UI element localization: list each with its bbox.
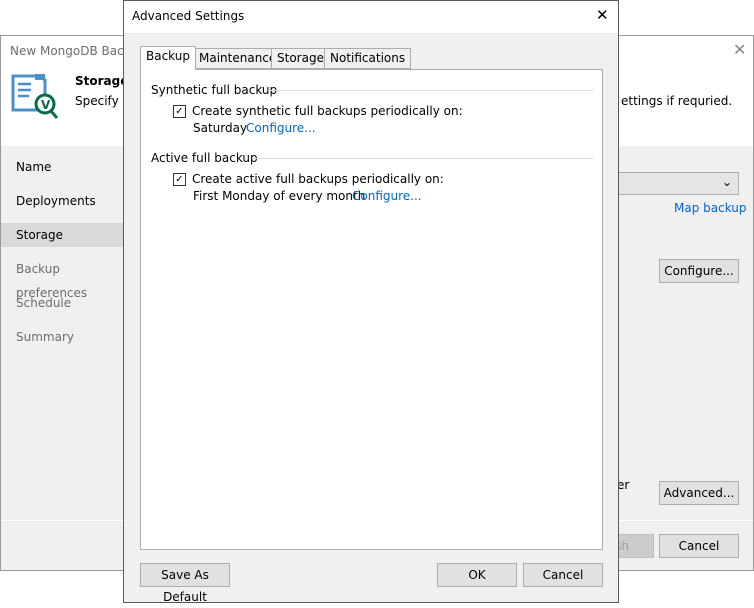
- chevron-down-icon: ⌄: [721, 175, 732, 189]
- save-as-default-button[interactable]: Save As Default: [140, 563, 230, 604]
- synthetic-checkbox[interactable]: ✓: [173, 105, 186, 118]
- nav-item-deployments[interactable]: Deployments: [1, 189, 123, 213]
- map-backup-link[interactable]: Map backup: [674, 201, 747, 215]
- configure-button[interactable]: Configure...: [659, 259, 739, 283]
- synthetic-checkbox-label[interactable]: Create synthetic full backups periodical…: [192, 104, 463, 118]
- nav-item-backup-preferences: Backup preferences: [16, 262, 88, 300]
- group-divider: [268, 90, 593, 91]
- header-title: Storage: [75, 74, 129, 88]
- active-schedule: First Monday of every month: [193, 189, 366, 203]
- tab-storage[interactable]: Storage: [271, 48, 330, 69]
- dialog-titlebar: Advanced Settings ✕: [124, 1, 618, 33]
- active-configure-link[interactable]: Configure...: [352, 189, 422, 203]
- advanced-settings-dialog: Advanced Settings ✕ Backup Maintenance S…: [123, 0, 619, 604]
- tab-notifications[interactable]: Notifications: [324, 48, 412, 69]
- group-divider: [253, 158, 593, 159]
- repository-dropdown[interactable]: ⌄: [615, 172, 739, 195]
- dialog-cancel-button[interactable]: Cancel: [523, 563, 603, 587]
- tab-maintenance[interactable]: Maintenance: [193, 48, 283, 69]
- cancel-button[interactable]: Cancel: [659, 534, 739, 558]
- synthetic-configure-link[interactable]: Configure...: [246, 121, 316, 135]
- svg-text:V: V: [41, 98, 51, 112]
- header-subtitle-tail: ettings if requried.: [621, 94, 733, 108]
- dialog-title: Advanced Settings: [132, 9, 245, 23]
- synthetic-heading: Synthetic full backup: [151, 83, 278, 97]
- nav-item-name[interactable]: Name: [1, 155, 123, 179]
- active-checkbox[interactable]: ✓: [173, 173, 186, 186]
- tab-backup[interactable]: Backup: [140, 46, 196, 70]
- backup-tab-panel: Synthetic full backup ✓ Create synthetic…: [140, 69, 603, 550]
- ok-button[interactable]: OK: [437, 563, 517, 587]
- storage-scroll-icon: V: [11, 74, 59, 119]
- advanced-button[interactable]: Advanced...: [659, 481, 739, 505]
- close-icon[interactable]: ✕: [733, 40, 746, 59]
- synthetic-schedule: Saturday: [193, 121, 248, 135]
- active-heading: Active full backup: [151, 151, 258, 165]
- nav-item-summary: Summary: [16, 330, 74, 344]
- nav-item-storage[interactable]: Storage: [1, 223, 123, 247]
- active-checkbox-label[interactable]: Create active full backups periodically …: [192, 172, 444, 186]
- nav-item-schedule: Schedule: [16, 296, 72, 310]
- window-title: New MongoDB Backu: [10, 44, 138, 58]
- close-icon[interactable]: ✕: [596, 6, 609, 24]
